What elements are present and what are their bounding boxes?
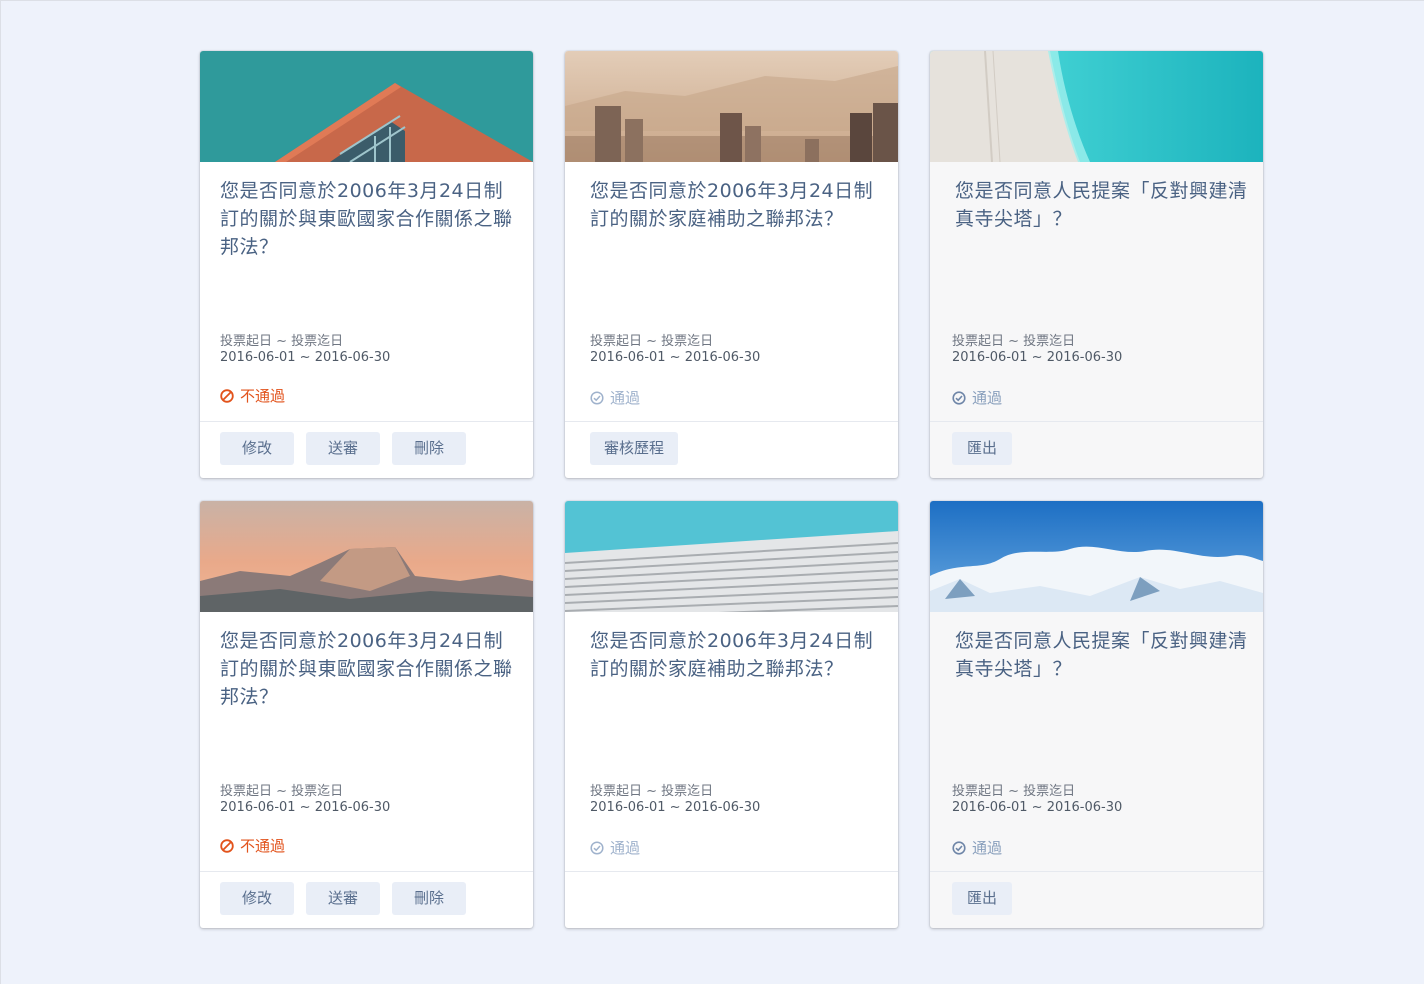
proposal-card: 您是否同意於2006年3月24日制訂的關於與東歐國家合作關係之聯邦法？ 投票起日… (200, 51, 533, 478)
building-image (200, 51, 533, 162)
ban-icon (220, 838, 234, 853)
edit-button[interactable]: 修改 (220, 432, 295, 465)
period-value: 2016-06-01 ~ 2016-06-30 (952, 800, 1123, 815)
check-circle-icon (952, 840, 966, 855)
export-button[interactable]: 匯出 (952, 882, 1013, 915)
period-value: 2016-06-01 ~ 2016-06-30 (952, 350, 1123, 365)
export-button[interactable]: 匯出 (952, 432, 1013, 465)
period-label: 投票起日 ~ 投票迄日 (590, 784, 714, 799)
status-label: 通過 (972, 839, 1003, 857)
edit-button[interactable]: 修改 (220, 882, 295, 915)
period-value: 2016-06-01 ~ 2016-06-30 (220, 800, 391, 815)
status-badge: 通過 (590, 837, 640, 858)
divider (200, 871, 533, 872)
status-badge: 不通過 (220, 385, 285, 406)
ban-icon (220, 388, 234, 403)
striped-wall-image (565, 501, 898, 612)
status-badge: 不通過 (220, 835, 285, 856)
status-label: 通過 (972, 389, 1003, 407)
status-label: 不通過 (240, 837, 286, 855)
delete-button[interactable]: 刪除 (392, 432, 467, 465)
divider (930, 871, 1263, 872)
period-label: 投票起日 ~ 投票迄日 (220, 334, 344, 349)
check-circle-icon (590, 390, 604, 405)
proposal-card: 您是否同意於2006年3月24日制訂的關於家庭補助之聯邦法？ 投票起日 ~ 投票… (565, 51, 898, 478)
card-title: 您是否同意人民提案「反對興建清真寺尖塔」？ (955, 180, 1248, 230)
status-badge: 通過 (952, 837, 1002, 858)
status-label: 不通過 (240, 387, 286, 405)
divider (565, 421, 898, 422)
card-actions: 審核歷程 (590, 432, 679, 465)
proposal-card: 您是否同意於2006年3月24日制訂的關於與東歐國家合作關係之聯邦法？ 投票起日… (200, 501, 533, 928)
card-title: 您是否同意於2006年3月24日制訂的關於與東歐國家合作關係之聯邦法？ (220, 630, 513, 708)
proposal-card-grid: 您是否同意於2006年3月24日制訂的關於與東歐國家合作關係之聯邦法？ 投票起日… (200, 51, 1266, 931)
card-actions: 修改 送審 刪除 (220, 432, 467, 465)
city-fog-image (565, 51, 898, 162)
status-label: 通過 (610, 389, 641, 407)
period-value: 2016-06-01 ~ 2016-06-30 (220, 350, 391, 365)
mountain-dome-image (200, 501, 533, 612)
delete-button[interactable]: 刪除 (392, 882, 467, 915)
card-actions: 修改 送審 刪除 (220, 882, 467, 915)
divider (565, 871, 898, 872)
proposal-card: 您是否同意於2006年3月24日制訂的關於家庭補助之聯邦法？ 投票起日 ~ 投票… (565, 501, 898, 928)
card-title: 您是否同意於2006年3月24日制訂的關於家庭補助之聯邦法？ (590, 630, 874, 680)
snowy-mountains-image (930, 501, 1263, 612)
divider (200, 421, 533, 422)
proposal-card: 您是否同意人民提案「反對興建清真寺尖塔」？ 投票起日 ~ 投票迄日 2016-0… (930, 501, 1263, 928)
check-circle-icon (952, 390, 966, 405)
card-title: 您是否同意於2006年3月24日制訂的關於與東歐國家合作關係之聯邦法？ (220, 180, 513, 258)
check-circle-icon (590, 840, 604, 855)
period-label: 投票起日 ~ 投票迄日 (590, 334, 714, 349)
period-label: 投票起日 ~ 投票迄日 (952, 334, 1076, 349)
card-title: 您是否同意人民提案「反對興建清真寺尖塔」？ (955, 630, 1248, 680)
card-actions: 匯出 (952, 432, 1013, 465)
review-history-button[interactable]: 審核歷程 (590, 432, 679, 465)
status-badge: 通過 (590, 387, 640, 408)
submit-review-button[interactable]: 送審 (306, 432, 381, 465)
period-label: 投票起日 ~ 投票迄日 (952, 784, 1076, 799)
period-value: 2016-06-01 ~ 2016-06-30 (590, 800, 761, 815)
card-actions: 匯出 (952, 882, 1013, 915)
submit-review-button[interactable]: 送審 (306, 882, 381, 915)
status-badge: 通過 (952, 387, 1002, 408)
period-label: 投票起日 ~ 投票迄日 (220, 784, 344, 799)
period-value: 2016-06-01 ~ 2016-06-30 (590, 350, 761, 365)
divider (930, 421, 1263, 422)
beach-image (930, 51, 1263, 162)
card-title: 您是否同意於2006年3月24日制訂的關於家庭補助之聯邦法？ (590, 180, 874, 230)
status-label: 通過 (610, 839, 641, 857)
proposal-card: 您是否同意人民提案「反對興建清真寺尖塔」？ 投票起日 ~ 投票迄日 2016-0… (930, 51, 1263, 478)
